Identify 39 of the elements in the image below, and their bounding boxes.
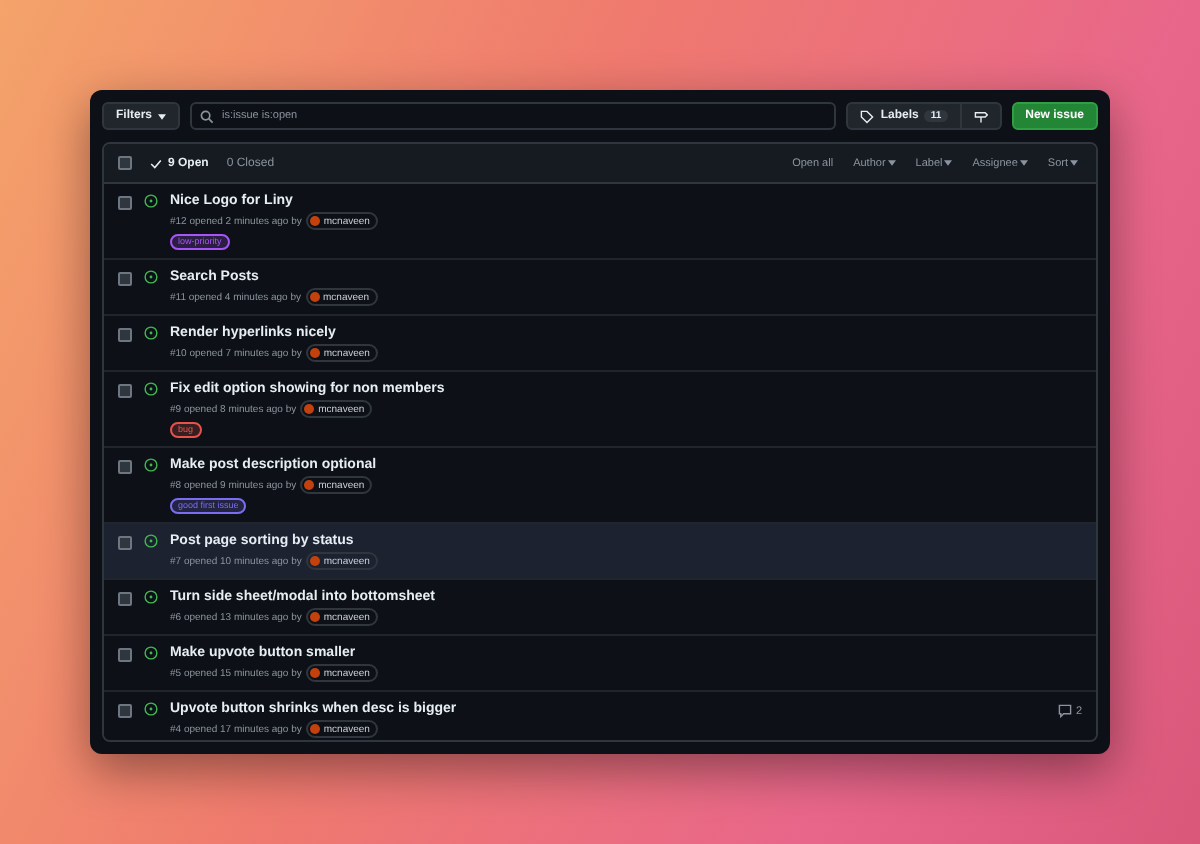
open-issue-icon bbox=[144, 534, 158, 548]
milestones-button[interactable] bbox=[961, 102, 1002, 130]
open-issue-icon bbox=[144, 326, 158, 340]
avatar-icon bbox=[309, 348, 320, 358]
caret-icon bbox=[1070, 160, 1078, 166]
avatar-icon bbox=[309, 612, 320, 622]
checkbox[interactable] bbox=[118, 704, 132, 718]
signpost-icon bbox=[973, 109, 988, 123]
checkbox[interactable] bbox=[118, 536, 132, 550]
checkbox[interactable] bbox=[118, 328, 132, 342]
open-issue-icon bbox=[144, 382, 158, 396]
caret-icon bbox=[887, 160, 896, 166]
open-issue-icon bbox=[144, 702, 158, 716]
avatar-icon bbox=[304, 480, 315, 490]
caret-icon bbox=[1019, 160, 1028, 166]
search-icon bbox=[200, 109, 215, 123]
checkbox[interactable] bbox=[118, 460, 132, 474]
open-issue-icon bbox=[144, 194, 158, 208]
avatar-icon bbox=[309, 292, 320, 302]
open-issue-icon bbox=[144, 646, 158, 660]
avatar-icon bbox=[309, 668, 320, 678]
checkbox[interactable] bbox=[118, 592, 132, 606]
comment-icon bbox=[1057, 704, 1072, 718]
checkbox[interactable] bbox=[118, 272, 132, 286]
avatar-icon bbox=[309, 556, 320, 566]
checkbox[interactable] bbox=[118, 156, 132, 170]
avatar-icon bbox=[304, 404, 315, 414]
tag-icon bbox=[860, 109, 875, 123]
caret-icon bbox=[944, 160, 953, 166]
check-icon bbox=[150, 157, 162, 169]
open-issue-icon bbox=[144, 590, 158, 604]
open-issue-icon bbox=[144, 270, 158, 284]
caret-icon bbox=[158, 113, 167, 119]
open-issue-icon bbox=[144, 458, 158, 472]
avatar-icon bbox=[309, 724, 320, 734]
checkbox[interactable] bbox=[118, 648, 132, 662]
avatar-icon bbox=[309, 216, 320, 226]
checkbox[interactable] bbox=[118, 384, 132, 398]
checkbox[interactable] bbox=[118, 196, 132, 210]
